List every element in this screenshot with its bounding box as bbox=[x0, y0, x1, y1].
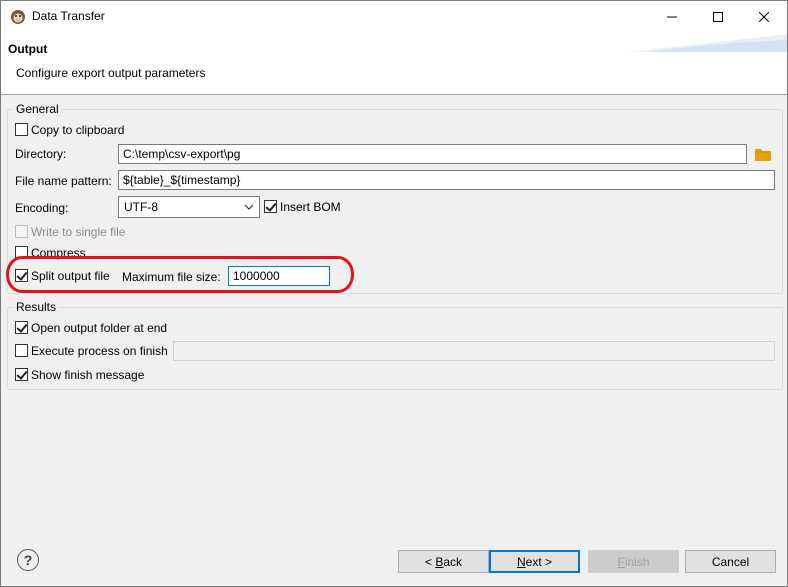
open-output-folder-checkbox[interactable] bbox=[15, 321, 28, 334]
minimize-button[interactable] bbox=[649, 1, 695, 32]
wizard-page-header: Output Configure export output parameter… bbox=[1, 32, 787, 95]
show-finish-message-checkbox[interactable] bbox=[15, 368, 28, 381]
header-decoration bbox=[627, 34, 787, 52]
close-button[interactable] bbox=[741, 1, 787, 32]
next-button-label: ext > bbox=[525, 554, 553, 569]
finish-button-mnemonic: F bbox=[617, 554, 625, 569]
directory-label: Directory: bbox=[15, 147, 67, 161]
results-group-legend: Results bbox=[14, 300, 59, 314]
maximize-icon bbox=[713, 11, 723, 22]
maximize-button[interactable] bbox=[695, 1, 741, 32]
copy-to-clipboard-checkbox[interactable] bbox=[15, 123, 28, 136]
file-name-pattern-label: File name pattern: bbox=[15, 174, 112, 188]
back-button[interactable]: < Back bbox=[398, 550, 489, 573]
next-button-mnemonic: N bbox=[516, 554, 526, 569]
execute-process-label: Execute process on finish bbox=[31, 344, 168, 358]
back-button-prefix: < bbox=[424, 554, 436, 569]
show-finish-message-label: Show finish message bbox=[31, 368, 145, 382]
write-to-single-file-checkbox[interactable] bbox=[15, 225, 28, 238]
encoding-value: UTF-8 bbox=[124, 200, 158, 214]
encoding-label: Encoding: bbox=[15, 201, 69, 215]
finish-button[interactable]: Finish bbox=[588, 550, 679, 573]
back-button-label: ack bbox=[443, 554, 463, 569]
back-button-mnemonic: B bbox=[435, 554, 444, 569]
next-button[interactable]: Next > bbox=[489, 550, 580, 573]
file-name-pattern-input[interactable]: ${table}_${timestamp} bbox=[118, 170, 775, 190]
encoding-select[interactable]: UTF-8 bbox=[118, 196, 260, 218]
minimize-icon bbox=[667, 16, 677, 17]
chevron-down-icon bbox=[244, 204, 254, 210]
page-title: Output bbox=[8, 42, 48, 56]
title-bar: Data Transfer bbox=[1, 1, 787, 32]
write-to-single-file-label: Write to single file bbox=[31, 225, 126, 239]
data-transfer-window: Data Transfer Output Configure export ou… bbox=[0, 0, 788, 587]
cancel-button-label: Cancel bbox=[711, 554, 750, 569]
directory-input[interactable]: C:\temp\csv-export\pg bbox=[118, 144, 747, 164]
help-button[interactable]: ? bbox=[17, 549, 39, 571]
insert-bom-checkbox[interactable] bbox=[264, 200, 277, 213]
general-group-legend: General bbox=[14, 102, 61, 116]
execute-process-input[interactable] bbox=[173, 341, 775, 361]
insert-bom-label: Insert BOM bbox=[280, 200, 341, 214]
execute-process-checkbox[interactable] bbox=[15, 344, 28, 357]
close-icon bbox=[759, 11, 769, 22]
cancel-button[interactable]: Cancel bbox=[685, 550, 776, 573]
page-description: Configure export output parameters bbox=[16, 66, 206, 80]
copy-to-clipboard-label: Copy to clipboard bbox=[31, 123, 125, 137]
dbeaver-beaver-icon bbox=[11, 10, 25, 24]
finish-button-label: inish bbox=[624, 554, 650, 569]
open-output-folder-label: Open output folder at end bbox=[31, 321, 168, 335]
help-icon: ? bbox=[23, 552, 33, 568]
red-highlight-annotation bbox=[6, 256, 354, 293]
window-title: Data Transfer bbox=[32, 9, 105, 23]
folder-icon[interactable] bbox=[755, 147, 771, 161]
